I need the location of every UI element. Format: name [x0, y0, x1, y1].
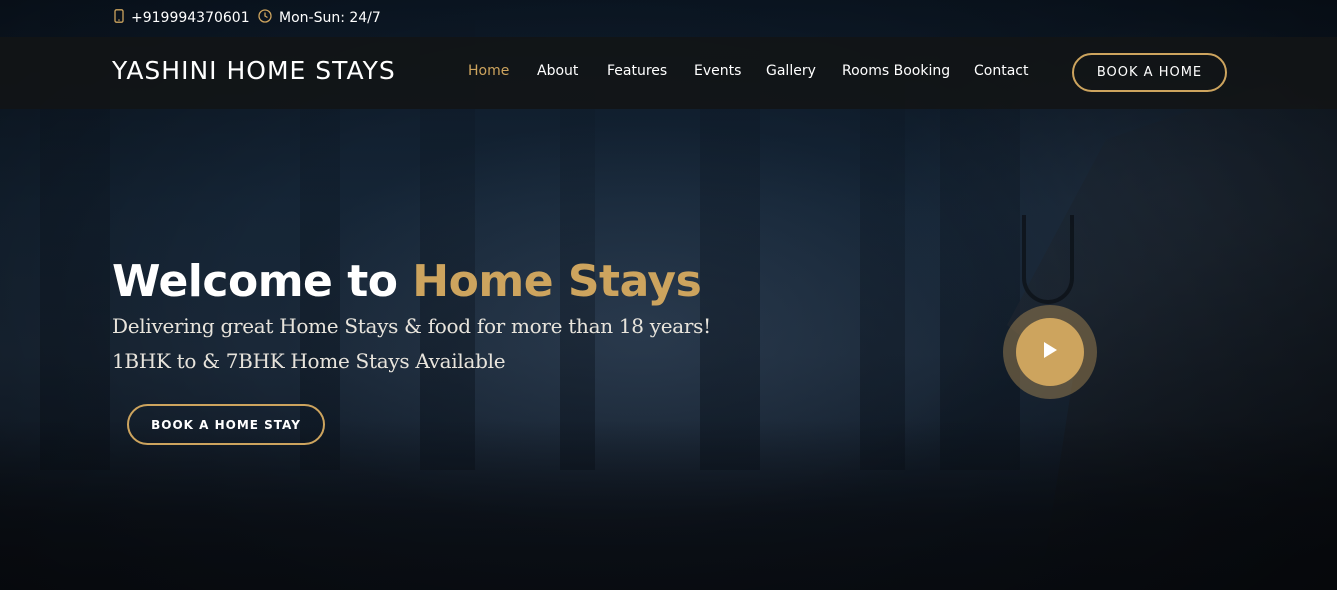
play-button-core: [1016, 318, 1084, 386]
nav-about[interactable]: About: [537, 63, 578, 79]
book-a-home-button[interactable]: BOOK A HOME: [1072, 53, 1227, 92]
play-icon: [1042, 341, 1058, 364]
mobile-phone-icon: [114, 9, 131, 27]
hero-title-plain: Welcome to: [112, 256, 413, 307]
nav-gallery[interactable]: Gallery: [766, 63, 816, 79]
hours-info: Mon-Sun: 24/7: [258, 9, 381, 27]
top-info-bar: +919994370601 Mon-Sun: 24/7: [0, 0, 1337, 36]
nav-events[interactable]: Events: [694, 63, 741, 79]
nav-features[interactable]: Features: [607, 63, 667, 79]
hero-title: Welcome to Home Stays: [112, 256, 702, 307]
hero-tagline: Delivering great Home Stays & food for m…: [112, 314, 711, 338]
hero-availability: 1BHK to & 7BHK Home Stays Available: [112, 349, 506, 373]
book-a-home-stay-button[interactable]: BOOK A HOME STAY: [127, 404, 325, 445]
nav-home[interactable]: Home: [468, 63, 509, 79]
opening-hours: Mon-Sun: 24/7: [279, 10, 381, 26]
play-video-button[interactable]: [1003, 305, 1097, 399]
nav-rooms-booking[interactable]: Rooms Booking: [842, 63, 950, 79]
phone-info[interactable]: +919994370601: [114, 9, 250, 27]
clock-icon: [258, 9, 279, 27]
phone-number: +919994370601: [131, 10, 250, 26]
page: +919994370601 Mon-Sun: 24/7 YASHINI HOME…: [0, 0, 1337, 590]
nav-contact[interactable]: Contact: [974, 63, 1028, 79]
site-header: YASHINI HOME STAYS Home About Features E…: [0, 37, 1337, 109]
hero-title-accent: Home Stays: [412, 256, 702, 307]
site-logo[interactable]: YASHINI HOME STAYS: [112, 56, 396, 85]
